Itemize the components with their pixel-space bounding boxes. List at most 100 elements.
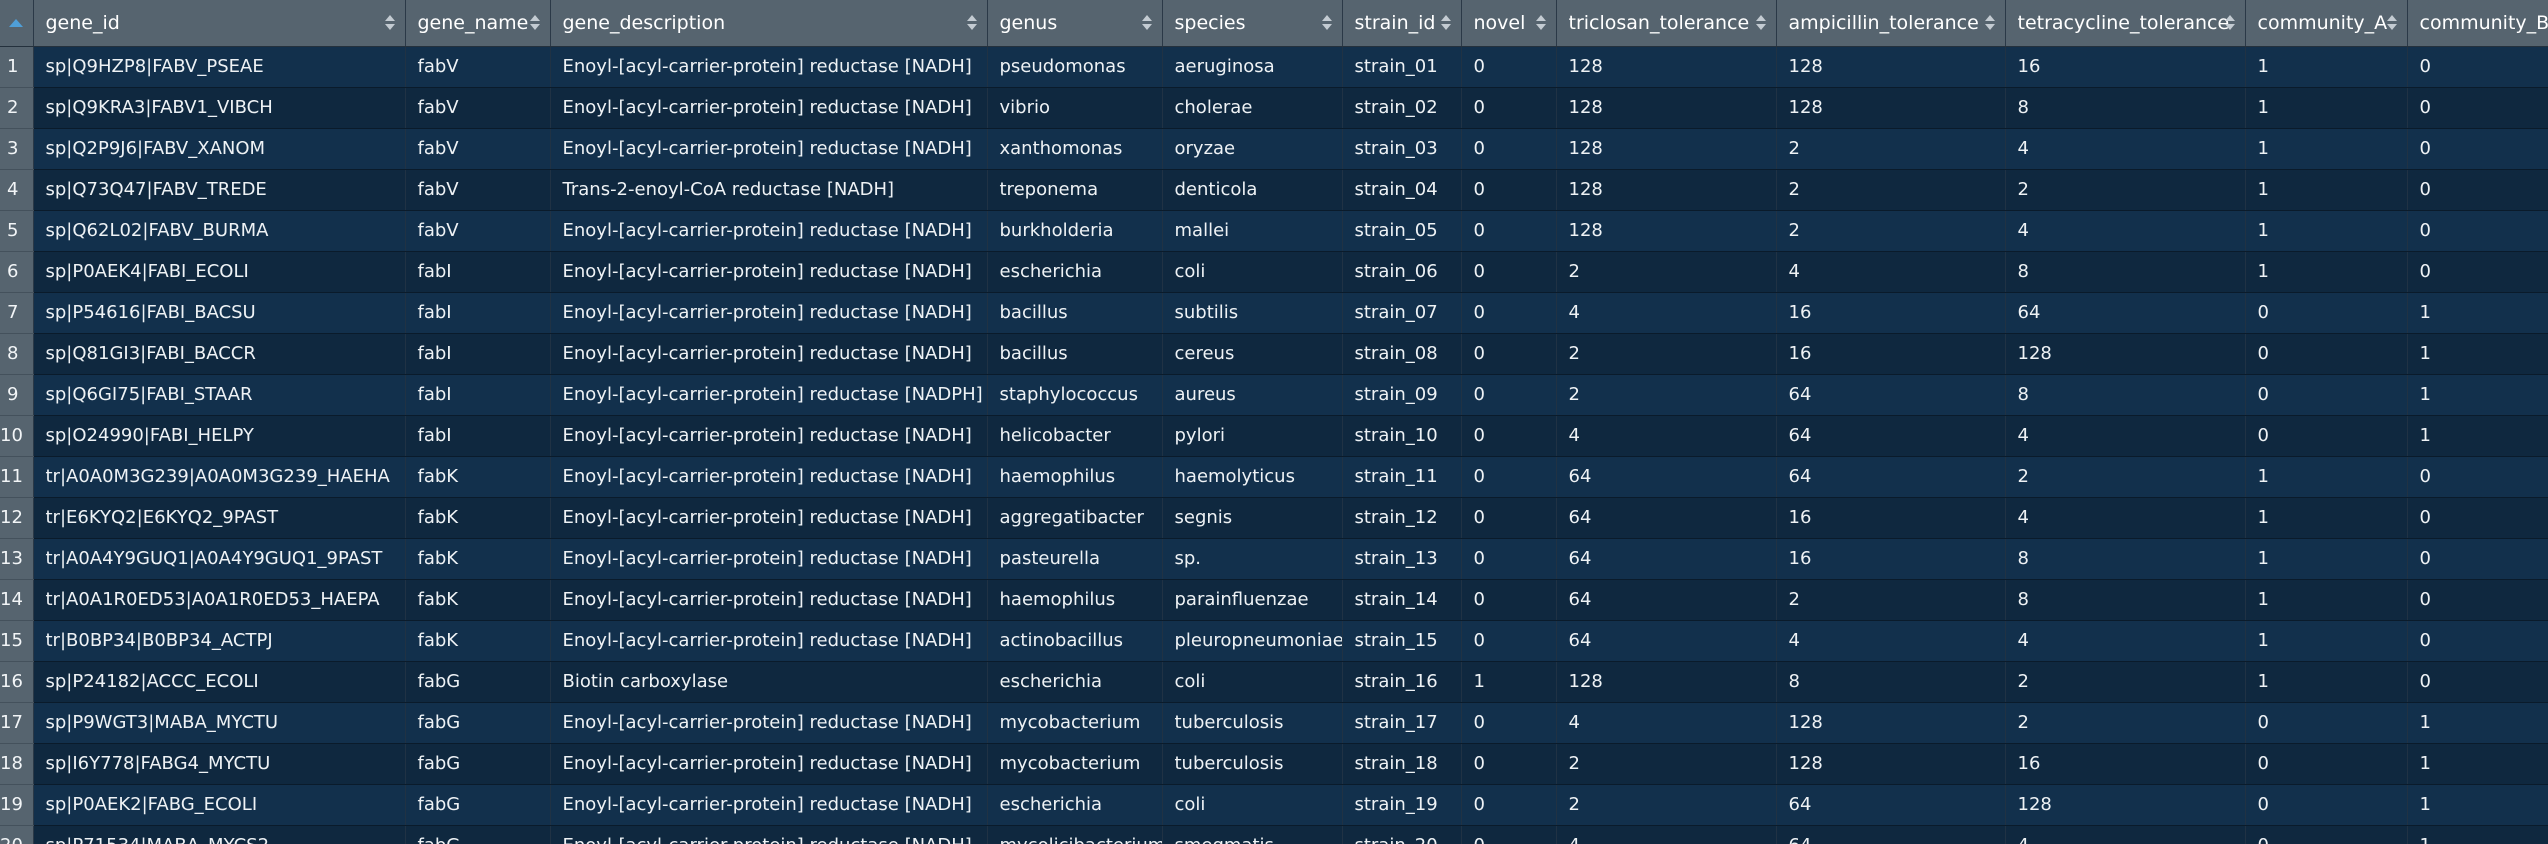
cell-novel: 0 <box>1461 46 1557 88</box>
column-header-community-A[interactable]: community_A <box>2245 0 2408 47</box>
cell-novel: 0 <box>1461 128 1557 170</box>
cell-species: coli <box>1162 784 1343 826</box>
table-row[interactable]: 19 sp|P0AEK2|FABG_ECOLI fabG Enoyl-[acyl-ca… <box>0 784 2548 826</box>
column-header-strain-id[interactable]: strain_id <box>1342 0 1462 47</box>
sort-descending-icon <box>967 24 977 31</box>
table-row[interactable]: 14 tr|A0A1R0ED53|A0A1R0ED53_HAEPA fabK Enoy… <box>0 579 2548 621</box>
column-header-ampicillin-tolerance[interactable]: ampicillin_tolerance <box>1776 0 2006 47</box>
cell-genus: aggregatibacter <box>987 497 1163 539</box>
column-header-gene-id[interactable]: gene_id <box>33 0 406 47</box>
cell-gene-description: Trans-2-enoyl-CoA reductase [NADH] <box>550 169 988 211</box>
table-row[interactable]: 17 sp|P9WGT3|MABA_MYCTU fabG Enoyl-[acyl-ca… <box>0 702 2548 744</box>
cell-community-A: 0 <box>2245 333 2408 375</box>
column-header-novel[interactable]: novel <box>1461 0 1557 47</box>
table-row[interactable]: 20sp|P71534|MABA_MYCS2fabGEnoyl-[acyl-ca… <box>0 825 2548 844</box>
row-number-cell: 7 <box>0 292 34 334</box>
cell-triclosan-tolerance: 128 <box>1556 87 1777 129</box>
cell-gene-name: fabK <box>405 538 551 580</box>
sort-toggle-icon[interactable] <box>1756 12 1767 34</box>
cell-community-B: 1 <box>2407 702 2548 744</box>
table-row[interactable]: 2 sp|Q9KRA3|FABV1_VIBCH fabV Enoyl-[acyl-ca… <box>0 87 2548 129</box>
sort-toggle-icon[interactable] <box>1985 12 1996 34</box>
cell-novel: 0 <box>1461 333 1557 375</box>
cell-community-B: 0 <box>2407 251 2548 293</box>
column-header-tetracycline-tolerance[interactable]: tetracycline_tolerance <box>2005 0 2246 47</box>
table-row[interactable]: 15 tr|B0BP34|B0BP34_ACTPJ fabK Enoyl-[acyl-… <box>0 620 2548 662</box>
column-header-gene-description[interactable]: gene_description <box>550 0 988 47</box>
cell-community-B: 0 <box>2407 46 2548 88</box>
table-row[interactable]: 10 sp|O24990|FABI_HELPY fabI Enoyl-[acyl-ca… <box>0 415 2548 457</box>
column-header-label: community_B <box>2419 11 2548 34</box>
cell-genus: haemophilus <box>987 579 1163 621</box>
table-row[interactable]: 6 sp|P0AEK4|FABI_ECOLI fabI Enoyl-[acyl-car… <box>0 251 2548 293</box>
table-row[interactable]: 3 sp|Q2P9J6|FABV_XANOM fabV Enoyl-[acyl-car… <box>0 128 2548 170</box>
column-header-label: species <box>1174 11 1246 34</box>
table-row[interactable]: 12 tr|E6KYQ2|E6KYQ2_9PAST fabK Enoyl-[acyl-… <box>0 497 2548 539</box>
cell-ampicillin-tolerance: 64 <box>1776 784 2006 826</box>
cell-triclosan-tolerance: 4 <box>1556 415 1777 457</box>
cell-ampicillin-tolerance: 16 <box>1776 497 2006 539</box>
cell-community-B: 0 <box>2407 538 2548 580</box>
sort-toggle-icon[interactable] <box>1536 12 1547 34</box>
sort-toggle-icon[interactable] <box>385 12 396 34</box>
cell-strain-id: strain_01 <box>1342 46 1462 88</box>
sort-toggle-icon[interactable] <box>2387 12 2398 34</box>
cell-community-A: 1 <box>2245 251 2408 293</box>
sort-ascending-icon <box>385 15 395 22</box>
sort-ascending-icon <box>2387 15 2397 22</box>
row-number-cell: 2 <box>0 87 34 129</box>
cell-community-B: 0 <box>2407 620 2548 662</box>
table-row[interactable]: 8 sp|Q81GI3|FABI_BACCR fabI Enoyl-[acyl-car… <box>0 333 2548 375</box>
sort-toggle-icon[interactable] <box>967 12 978 34</box>
table-row[interactable]: 4 sp|Q73Q47|FABV_TREDE fabV Trans-2-enoyl-C… <box>0 169 2548 211</box>
sort-toggle-icon[interactable] <box>1441 12 1452 34</box>
sort-descending-icon <box>530 24 540 31</box>
column-header-genus[interactable]: genus <box>987 0 1163 47</box>
table-row[interactable]: 18 sp|I6Y778|FABG4_MYCTU fabG Enoyl-[acyl-c… <box>0 743 2548 785</box>
sort-descending-icon <box>1441 24 1451 31</box>
cell-genus: haemophilus <box>987 456 1163 498</box>
cell-novel: 0 <box>1461 825 1557 844</box>
column-header-community-B[interactable]: community_B <box>2407 0 2548 47</box>
sort-toggle-icon[interactable] <box>530 12 541 34</box>
cell-triclosan-tolerance: 2 <box>1556 784 1777 826</box>
table-row[interactable]: 13 tr|A0A4Y9GUQ1|A0A4Y9GUQ1_9PAST fabK Enoy… <box>0 538 2548 580</box>
sort-toggle-icon[interactable] <box>1322 12 1333 34</box>
table-row[interactable]: 11 tr|A0A0M3G239|A0A0M3G239_HAEHA fabK Enoy… <box>0 456 2548 498</box>
cell-gene-id: sp|P0AEK2|FABG_ECOLI <box>33 784 406 826</box>
column-header-row-number[interactable] <box>0 0 34 47</box>
table-row[interactable]: 5 sp|Q62L02|FABV_BURMA fabV Enoyl-[acyl-car… <box>0 210 2548 252</box>
sort-toggle-icon[interactable] <box>2225 12 2236 34</box>
cell-ampicillin-tolerance: 2 <box>1776 579 2006 621</box>
cell-ampicillin-tolerance: 4 <box>1776 251 2006 293</box>
cell-community-B: 1 <box>2407 784 2548 826</box>
sort-ascending-icon <box>530 15 540 22</box>
cell-strain-id: strain_11 <box>1342 456 1462 498</box>
cell-genus: bacillus <box>987 333 1163 375</box>
cell-species: denticola <box>1162 169 1343 211</box>
sort-toggle-icon[interactable] <box>1142 12 1153 34</box>
column-header-triclosan-tolerance[interactable]: triclosan_tolerance <box>1556 0 1777 47</box>
sort-ascending-icon <box>9 18 24 27</box>
table-row[interactable]: 7 sp|P54616|FABI_BACSU fabI Enoyl-[acyl-car… <box>0 292 2548 334</box>
cell-community-B: 0 <box>2407 210 2548 252</box>
cell-gene-name: fabK <box>405 497 551 539</box>
cell-species: oryzae <box>1162 128 1343 170</box>
table-row[interactable]: 9 sp|Q6GI75|FABI_STAAR fabI Enoyl-[acyl-car… <box>0 374 2548 416</box>
cell-gene-id: sp|Q73Q47|FABV_TREDE <box>33 169 406 211</box>
column-header-gene-name[interactable]: gene_name <box>405 0 551 47</box>
cell-gene-id: sp|Q2P9J6|FABV_XANOM <box>33 128 406 170</box>
cell-novel: 0 <box>1461 251 1557 293</box>
column-header-species[interactable]: species <box>1162 0 1343 47</box>
cell-gene-description: Enoyl-[acyl-carrier-protein] reductase [… <box>550 456 988 498</box>
cell-gene-description: Enoyl-[acyl-carrier-protein] reductase [… <box>550 292 988 334</box>
cell-triclosan-tolerance: 128 <box>1556 661 1777 703</box>
cell-community-A: 1 <box>2245 620 2408 662</box>
cell-community-B: 1 <box>2407 374 2548 416</box>
table-row[interactable]: 16 sp|P24182|ACCC_ECOLI fabG Biotin carboxy… <box>0 661 2548 703</box>
table-row[interactable]: 1 sp|Q9HZP8|FABV_PSEAE fabV Enoyl-[acyl-car… <box>0 46 2548 88</box>
cell-triclosan-tolerance: 2 <box>1556 743 1777 785</box>
cell-strain-id: strain_13 <box>1342 538 1462 580</box>
sort-descending-icon <box>2225 24 2235 31</box>
cell-gene-name: fabV <box>405 87 551 129</box>
